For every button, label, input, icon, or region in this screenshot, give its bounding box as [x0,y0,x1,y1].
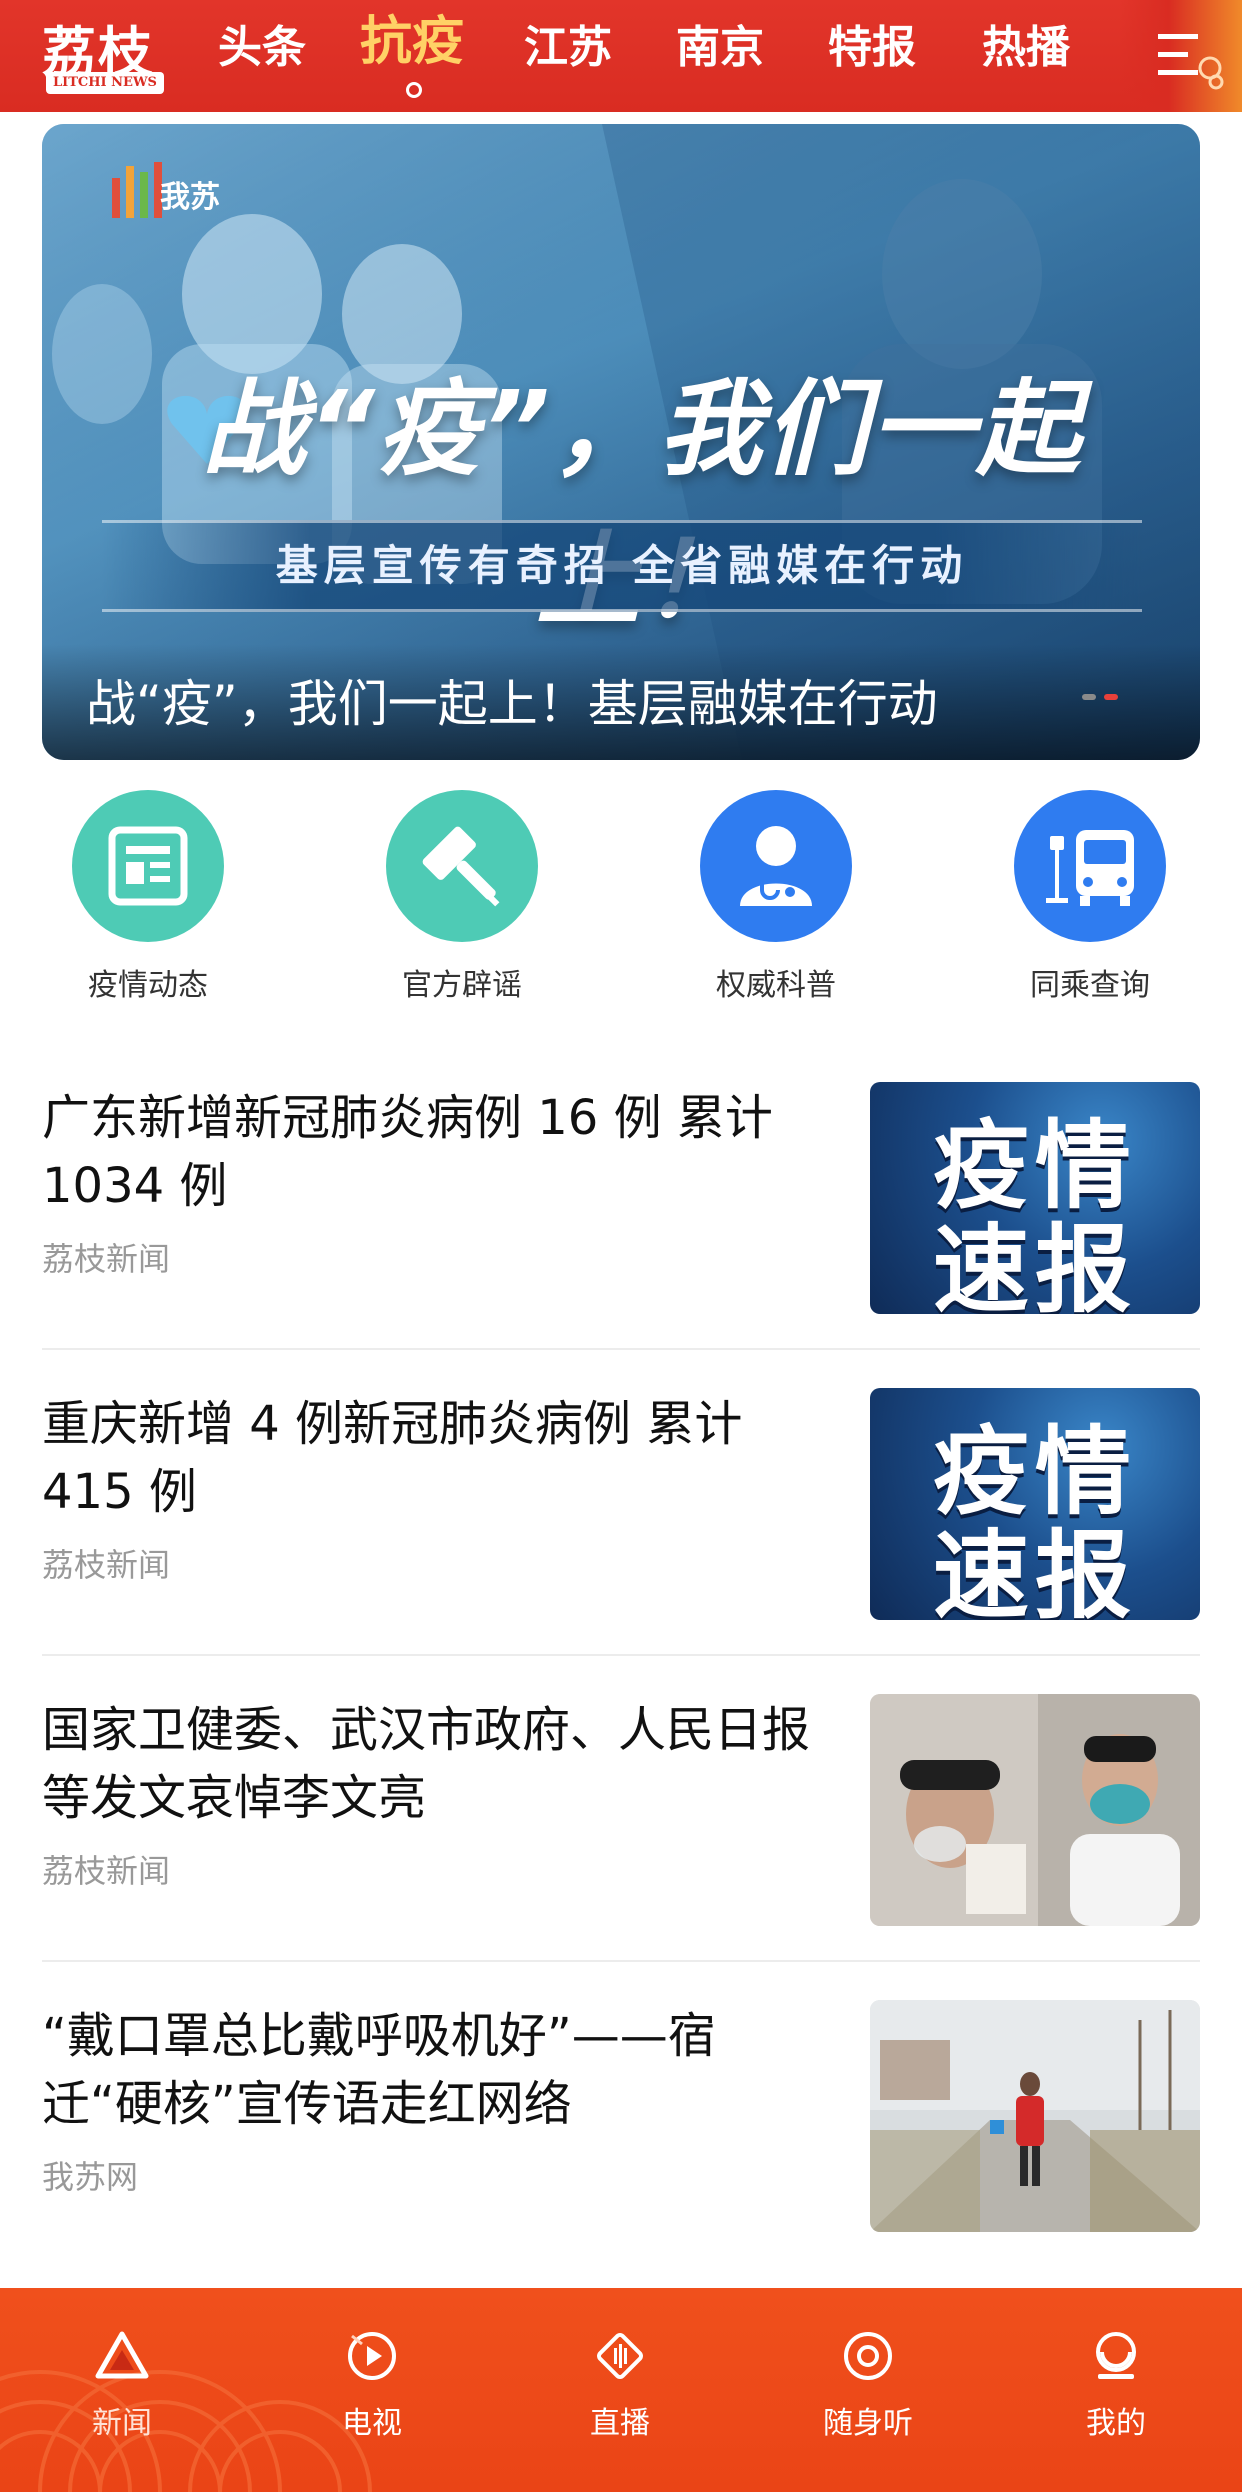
quick-link-same-trip[interactable]: 同乘查询 [980,790,1200,1003]
news-source: 荔枝新闻 [42,1852,171,1890]
tab-jiangsu[interactable]: 江苏 [524,18,612,78]
news-title: 国家卫健委、武汉市政府、人民日报等发文哀悼李文亮 [42,1702,811,1826]
tab-news[interactable]: 新闻 [42,2318,202,2468]
top-nav-bar: 荔枝 LITCHI NEWS 头条 抗疫 江苏 南京 特报 热播 [0,0,1242,112]
menu-icon[interactable] [1156,22,1226,92]
logo-subtext: LITCHI NEWS [46,72,164,94]
news-title: 广东新增新冠肺炎病例 16 例 累计1034 例 [42,1090,773,1214]
radio-icon [844,2332,892,2380]
tab-radio[interactable]: 随身听 [788,2318,948,2468]
thumb-text: 速报 [933,1520,1137,1620]
quick-link-label: 权威科普 [716,968,836,1003]
bus-icon [1014,790,1166,942]
carousel-indicator [1082,690,1142,704]
tab-tebao[interactable]: 特报 [828,18,916,78]
news-source: 我苏网 [42,2158,139,2196]
profile-icon [1096,2332,1136,2379]
quick-link-rumor-debunk[interactable]: 官方辟谣 [352,790,572,1003]
litchi-news-logo[interactable]: 荔枝 LITCHI NEWS [34,6,174,98]
live-icon [597,2333,643,2379]
tab-kangyi[interactable]: 抗疫 [360,12,464,72]
gavel-icon [386,790,538,942]
tab-tv[interactable]: 电视 [292,2318,452,2468]
active-tab-indicator [406,82,422,98]
tab-label: 随身听 [823,2406,913,2441]
news-title: 重庆新增 4 例新冠肺炎病例 累计415 例 [42,1396,743,1520]
carousel-dot-active [1104,694,1118,700]
tab-rebo[interactable]: 热播 [982,18,1070,78]
banner-caption: 战“疫”，我们一起上！基层融媒在行动 [86,675,938,733]
divider [42,1654,1200,1656]
news-triangle-icon [95,2331,149,2379]
tab-nanjing[interactable]: 南京 [676,18,764,78]
quick-link-epidemic-news[interactable]: 疫情动态 [38,790,258,1003]
quick-link-label: 同乘查询 [1030,968,1150,1003]
tab-toutiao[interactable]: 头条 [218,18,306,78]
tv-play-icon [348,2332,396,2380]
tab-label: 直播 [590,2406,650,2441]
tab-label: 电视 [342,2406,402,2441]
tab-profile[interactable]: 我的 [1036,2318,1196,2468]
news-source: 荔枝新闻 [42,1546,171,1584]
news-item[interactable]: 国家卫健委、武汉市政府、人民日报等发文哀悼李文亮 荔枝新闻 [42,1660,1200,1966]
news-thumbnail: 疫情 速报 [870,1388,1200,1620]
news-item[interactable]: “戴口罩总比戴呼吸机好”——宿迁“硬核”宣传语走红网络 我苏网 [42,1966,1200,2272]
quick-link-science[interactable]: 权威科普 [666,790,886,1003]
banner-subheadline: 基层宣传有奇招 全省融媒在行动 [102,520,1142,612]
bottom-tab-bar: 新闻 电视 直播 随身听 我的 [0,2288,1242,2492]
newspaper-icon [72,790,224,942]
quick-link-label: 官方辟谣 [402,968,522,1003]
thumb-text: 速报 [933,1214,1137,1314]
news-thumbnail: 疫情 速报 [870,1082,1200,1314]
carousel-dot [1082,694,1096,700]
doctor-icon [700,790,852,942]
tab-label: 我的 [1086,2406,1146,2441]
news-item[interactable]: 广东新增新冠肺炎病例 16 例 累计1034 例 荔枝新闻 疫情 速报 [42,1048,1200,1354]
banner-brand: 我苏 [160,180,220,215]
hero-banner[interactable]: 我苏 战“疫”，我们一起上！ 基层宣传有奇招 全省融媒在行动 战“疫”，我们一起… [42,124,1200,760]
news-source: 荔枝新闻 [42,1240,171,1278]
news-title: “戴口罩总比戴呼吸机好”——宿迁“硬核”宣传语走红网络 [42,2008,716,2132]
news-item[interactable]: 重庆新增 4 例新冠肺炎病例 累计415 例 荔枝新闻 疫情 速报 [42,1354,1200,1660]
news-thumbnail-photo [870,1694,1200,1926]
tab-live[interactable]: 直播 [540,2318,700,2468]
quick-link-label: 疫情动态 [88,968,208,1003]
quick-links: 疫情动态 官方辟谣 权威科普 同乘查询 [0,780,1242,1010]
tab-label: 新闻 [92,2406,152,2441]
news-thumbnail-photo [870,2000,1200,2232]
divider [42,1960,1200,1962]
divider [42,1348,1200,1350]
